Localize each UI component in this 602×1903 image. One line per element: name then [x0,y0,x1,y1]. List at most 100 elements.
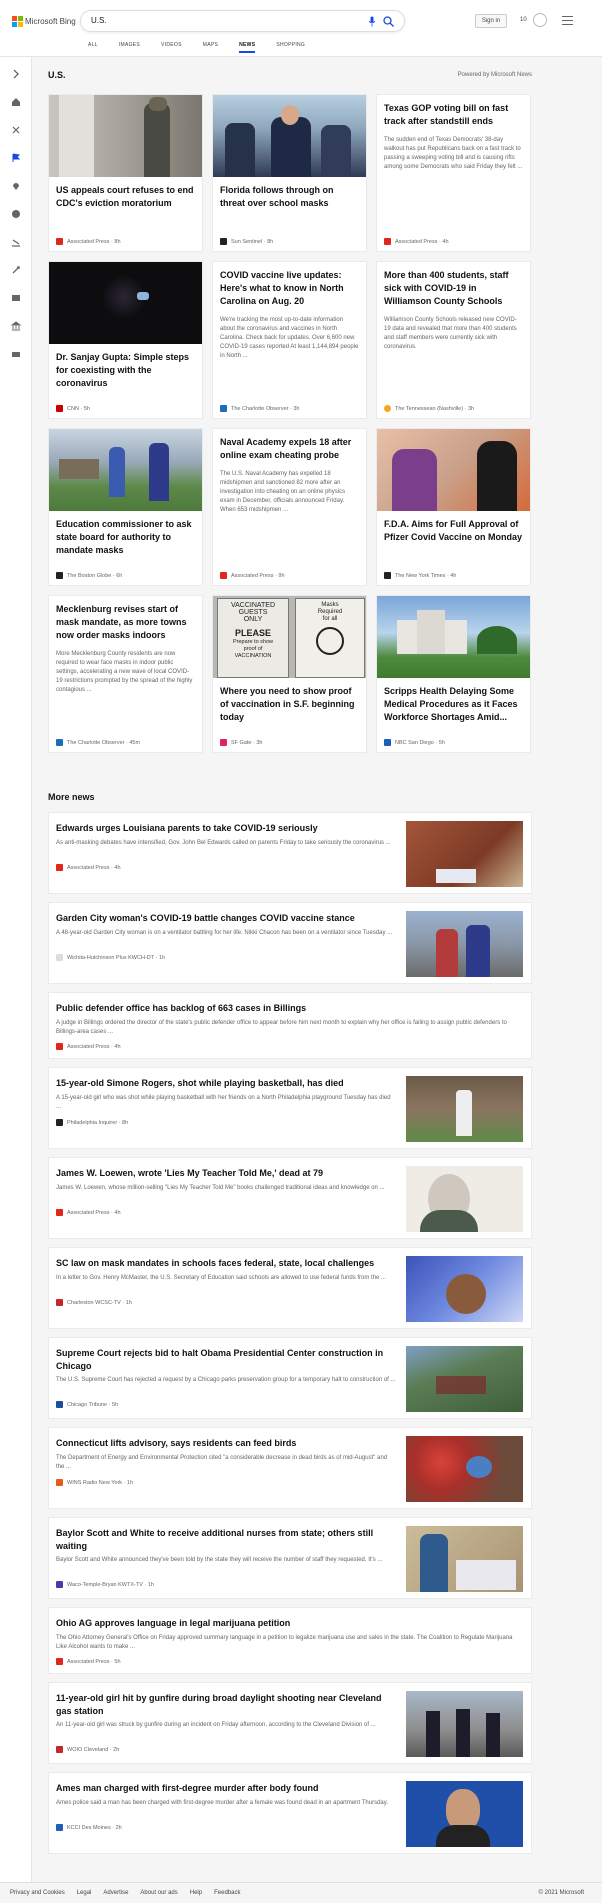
news-card-title[interactable]: Education commissioner to ask state boar… [56,518,195,557]
powered-by[interactable]: Powered by Microsoft News [458,72,532,78]
news-item-title[interactable]: SC law on mask mandates in schools faces… [56,1257,396,1270]
news-card[interactable]: Naval Academy expels 18 after online exa… [212,428,367,586]
news-item-source[interactable]: Chicago Tribune · 5h [56,1401,118,1408]
news-card-title[interactable]: Dr. Sanjay Gupta: Simple steps for coexi… [56,351,195,390]
tab-images[interactable]: IMAGES [119,42,140,56]
tab-videos[interactable]: VIDEOS [161,42,182,56]
bank-icon[interactable] [11,321,21,331]
news-item-title[interactable]: Supreme Court rejects bid to halt Obama … [56,1347,396,1373]
search-input[interactable]: U.S. [91,16,107,25]
news-card-source[interactable]: The Boston Globe · 6h [56,572,122,579]
news-card-source[interactable]: Associated Press · 8h [56,238,121,245]
news-card-source[interactable]: The New York Times · 4h [384,572,456,579]
news-card[interactable]: Florida follows through on threat over s… [212,94,367,252]
news-card-source[interactable]: NBC San Diego · 5h [384,739,445,746]
money-icon[interactable] [11,349,21,359]
news-list-item[interactable]: Garden City woman's COVID-19 battle chan… [48,902,532,984]
news-item-source[interactable]: WINS Radio New York · 1h [56,1479,133,1486]
news-card[interactable]: Texas GOP voting bill on fast track afte… [376,94,531,252]
news-item-title[interactable]: Garden City woman's COVID-19 battle chan… [56,912,396,925]
news-card-source[interactable]: Sun Sentinel · 8h [220,238,273,245]
news-item-source[interactable]: Philadelphia Inquirer · 8h [56,1119,128,1126]
globe-icon[interactable] [11,209,21,219]
news-card[interactable]: Dr. Sanjay Gupta: Simple steps for coexi… [48,261,203,419]
news-card-source[interactable]: The Charlotte Observer · 3h [220,405,299,412]
news-card-source[interactable]: SF Gate · 3h [220,739,263,746]
news-item-title[interactable]: Connecticut lifts advisory, says residen… [56,1437,396,1450]
science-rocket-icon[interactable] [11,265,21,275]
news-item-source[interactable]: Waco-Temple-Bryan KWTX-TV · 1h [56,1581,154,1588]
bing-logo[interactable]: Microsoft Bing [12,16,76,27]
news-card-title[interactable]: US appeals court refuses to end CDC's ev… [56,184,195,210]
news-item-source[interactable]: Wichita-Hutchinson Plus KWCH-DT · 1h [56,954,165,961]
news-card-title[interactable]: Florida follows through on threat over s… [220,184,359,210]
search-box[interactable]: U.S. [80,10,405,32]
news-card-title[interactable]: Texas GOP voting bill on fast track afte… [384,102,523,128]
news-card[interactable]: US appeals court refuses to end CDC's ev… [48,94,203,252]
news-card-title[interactable]: Mecklenburg revises start of mask mandat… [56,603,195,642]
news-item-source[interactable]: Associated Press · 5h [56,1658,121,1665]
news-list-item[interactable]: SC law on mask mandates in schools faces… [48,1247,532,1329]
tab-news[interactable]: NEWS [239,42,256,56]
news-card-title[interactable]: F.D.A. Aims for Full Approval of Pfizer … [384,518,523,544]
news-list-item[interactable]: Connecticut lifts advisory, says residen… [48,1427,532,1509]
news-item-source[interactable]: WOIO Cleveland · 2h [56,1746,119,1753]
footer-link-feedback[interactable]: Feedback [214,1890,240,1896]
news-item-title[interactable]: 11-year-old girl hit by gunfire during b… [56,1692,396,1718]
news-list-item[interactable]: Supreme Court rejects bid to halt Obama … [48,1337,532,1419]
news-item-source[interactable]: Associated Press · 4h [56,1043,121,1050]
news-card-title[interactable]: Where you need to show proof of vaccinat… [220,685,359,724]
news-item-source[interactable]: Associated Press · 4h [56,1209,121,1216]
news-card[interactable]: Scripps Health Delaying Some Medical Pro… [376,595,531,753]
news-card[interactable]: More than 400 students, staff sick with … [376,261,531,419]
flag-us-icon[interactable] [11,153,21,163]
news-item-source[interactable]: Charleston WCSC-TV · 1h [56,1299,132,1306]
politics-icon[interactable] [11,237,21,247]
news-list-item[interactable]: 11-year-old girl hit by gunfire during b… [48,1682,532,1764]
sparkle-icon[interactable] [11,125,21,135]
news-list-item[interactable]: Baylor Scott and White to receive additi… [48,1517,532,1599]
news-card-source[interactable]: Associated Press · 4h [384,238,449,245]
rewards-count[interactable]: 10 [520,17,527,23]
location-pin-icon[interactable] [11,181,21,191]
news-card[interactable]: Mecklenburg revises start of mask mandat… [48,595,203,753]
news-item-source[interactable]: KCCI Des Moines · 2h [56,1824,122,1831]
news-list-item[interactable]: 15-year-old Simone Rogers, shot while pl… [48,1067,532,1149]
news-item-title[interactable]: Public defender office has backlog of 66… [56,1002,516,1015]
rewards-trophy-icon[interactable] [533,13,547,27]
news-list-item[interactable]: Ames man charged with first-degree murde… [48,1772,532,1854]
news-item-title[interactable]: 15-year-old Simone Rogers, shot while pl… [56,1077,396,1090]
news-card[interactable]: COVID vaccine live updates: Here's what … [212,261,367,419]
news-item-title[interactable]: Ames man charged with first-degree murde… [56,1782,396,1795]
news-list-item[interactable]: James W. Loewen, wrote 'Lies My Teacher … [48,1157,532,1239]
news-list-item[interactable]: Edwards urges Louisiana parents to take … [48,812,532,894]
tab-all[interactable]: ALL [88,42,98,56]
news-card-title[interactable]: COVID vaccine live updates: Here's what … [220,269,359,308]
news-card-title[interactable]: More than 400 students, staff sick with … [384,269,523,308]
search-icon[interactable] [383,16,394,27]
news-card[interactable]: F.D.A. Aims for Full Approval of Pfizer … [376,428,531,586]
footer-link-privacy[interactable]: Privacy and Cookies [10,1890,65,1896]
news-item-title[interactable]: Baylor Scott and White to receive additi… [56,1527,396,1553]
news-item-title[interactable]: Edwards urges Louisiana parents to take … [56,822,396,835]
home-icon[interactable] [11,97,21,107]
footer-link-legal[interactable]: Legal [77,1890,92,1896]
news-item-title[interactable]: Ohio AG approves language in legal marij… [56,1617,516,1630]
footer-link-advertise[interactable]: Advertise [103,1890,128,1896]
news-item-title[interactable]: James W. Loewen, wrote 'Lies My Teacher … [56,1167,396,1180]
news-card-title[interactable]: Naval Academy expels 18 after online exa… [220,436,359,462]
footer-link-about-ads[interactable]: About our ads [140,1890,177,1896]
microphone-icon[interactable] [368,16,376,27]
news-list-item[interactable]: Ohio AG approves language in legal marij… [48,1607,532,1674]
news-card-source[interactable]: CNN · 5h [56,405,90,412]
tab-maps[interactable]: MAPS [203,42,218,56]
expand-arrow-icon[interactable] [11,69,21,79]
news-card-source[interactable]: Associated Press · 9h [220,572,285,579]
footer-link-help[interactable]: Help [190,1890,202,1896]
tab-shopping[interactable]: SHOPPING [276,42,305,56]
news-card-source[interactable]: The Tennessean (Nashville) · 3h [384,405,474,412]
news-card[interactable]: Education commissioner to ask state boar… [48,428,203,586]
news-card[interactable]: VACCINATED GUESTS ONLY PLEASE Prepare to… [212,595,367,753]
news-list-item[interactable]: Public defender office has backlog of 66… [48,992,532,1059]
sign-in-button[interactable]: Sign in [475,14,507,28]
